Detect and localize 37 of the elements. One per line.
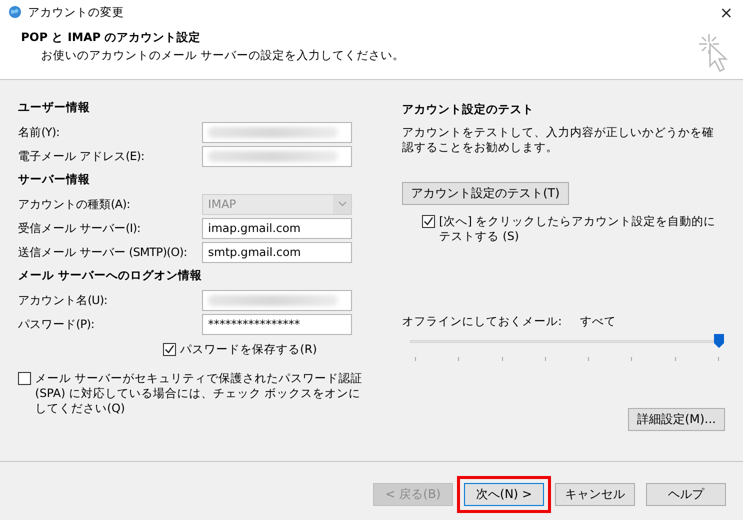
field-label: 名前(Y): <box>18 124 60 140</box>
window-title: アカウントの変更 <box>28 4 125 20</box>
checkbox-label: パスワードを保存する(R) <box>180 342 317 357</box>
close-button[interactable]: × <box>720 2 735 22</box>
slider-thumb[interactable] <box>714 334 724 348</box>
checkbox-label: メール サーバーがセキュリティで保護されたパスワード認証 (SPA) に対応している場合には、チェック ボックスをオンにしてください(Q) <box>35 371 363 416</box>
checkbox[interactable] <box>422 215 435 228</box>
dialog-button[interactable]: キャンセル <box>555 483 635 506</box>
input-field[interactable]: imap.gmail.com <box>202 218 352 238</box>
input-field[interactable]: **************** <box>202 314 352 334</box>
test-button[interactable]: アカウント設定のテスト(T) <box>402 182 569 205</box>
slider-label: オフラインにしておくメール: <box>402 314 562 329</box>
input-field[interactable] <box>202 290 352 310</box>
section-heading: ユーザー情報 <box>18 100 91 115</box>
advanced-settings-button[interactable]: 詳細設定(M)... <box>628 408 725 431</box>
dialog-button[interactable]: ヘルプ <box>646 483 726 506</box>
field-label: アカウントの種類(A): <box>18 196 131 212</box>
field-label: 電子メール アドレス(E): <box>18 148 146 164</box>
field-label: 送信メール サーバー (SMTP)(O): <box>18 244 188 260</box>
checkbox[interactable] <box>163 343 176 356</box>
checkbox[interactable] <box>18 372 31 385</box>
section-heading: サーバー情報 <box>18 172 91 187</box>
chevron-icon <box>333 194 351 214</box>
field-label: パスワード(P): <box>18 316 96 332</box>
input-field[interactable]: smtp.gmail.com <box>202 242 352 262</box>
input-field[interactable] <box>202 122 352 142</box>
header-title: POP と IMAP のアカウント設定 <box>21 30 202 45</box>
checkbox-label: [次へ] をクリックしたらアカウント設定を自動的にテストする (S) <box>439 214 717 244</box>
field-label: アカウント名(U): <box>18 292 108 308</box>
slider-value: すべて <box>580 314 616 329</box>
globe-icon <box>8 5 22 19</box>
description-text: アカウントをテストして、入力内容が正しいかどうかを確認することをお勧めします。 <box>402 125 715 155</box>
field-label: 受信メール サーバー(I): <box>18 220 142 236</box>
section-heading: メール サーバーへのログオン情報 <box>18 268 204 283</box>
input-field[interactable] <box>202 146 352 166</box>
section-heading: アカウント設定のテスト <box>402 102 535 117</box>
header-subtitle: お使いのアカウントのメール サーバーの設定を入力してください。 <box>40 48 406 63</box>
